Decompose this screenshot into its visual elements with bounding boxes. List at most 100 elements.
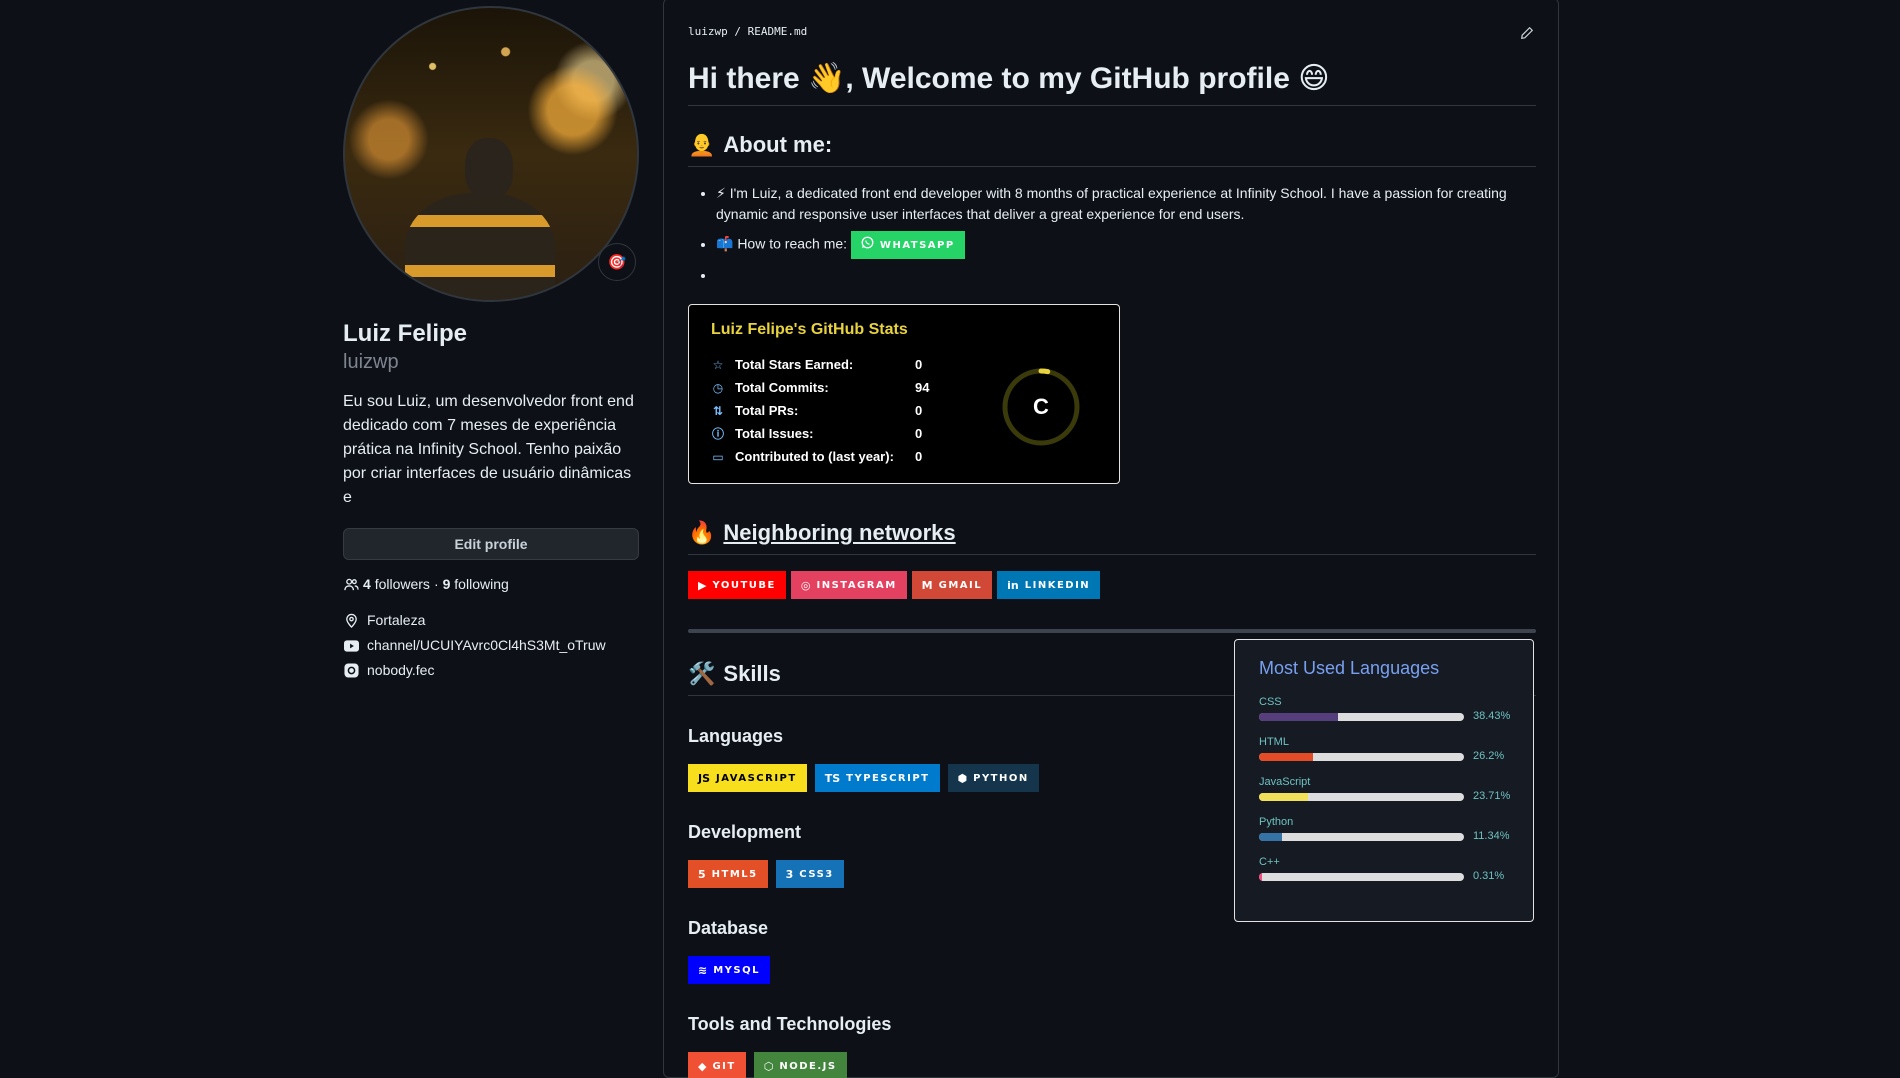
- stat-label: Total PRs:: [735, 403, 799, 418]
- pencil-icon[interactable]: [1520, 26, 1534, 43]
- development-badge-label: HTML5: [711, 868, 758, 880]
- tool-badge-git[interactable]: ◆ GIT: [688, 1052, 746, 1078]
- network-badge-youtube[interactable]: ▶ YOUTUBE: [688, 571, 786, 599]
- readme-card: luizwp / README.md Hi there 👋, Welcome t…: [663, 0, 1559, 1078]
- instagram-icon: [343, 663, 359, 679]
- network-badge-linkedin[interactable]: in LINKEDIN: [997, 571, 1101, 599]
- history-icon: ◷: [712, 380, 724, 395]
- network-badge-label: LINKEDIN: [1024, 579, 1091, 591]
- lang-progress-bar: [1259, 873, 1464, 881]
- stat-label: Total Commits:: [735, 380, 829, 395]
- stats-title: Luiz Felipe's GitHub Stats: [711, 321, 908, 338]
- development-badge-css3[interactable]: 3 CSS3: [775, 860, 844, 888]
- language-badge-label: PYTHON: [973, 772, 1029, 784]
- profile-sidebar: 🎯 Luiz Felipe luizwp Eu sou Luiz, um des…: [343, 0, 639, 683]
- lang-percent: 26.2%: [1473, 750, 1505, 762]
- about-list: ⚡ I'm Luiz, a dedicated front end develo…: [688, 183, 1536, 286]
- most-used-languages-card[interactable]: Most Used Languages CSS 38.43% HTML 26.2% Ja…: [1234, 639, 1534, 922]
- tool-badge-label: NODE.JS: [779, 1060, 837, 1072]
- location-icon: [343, 613, 359, 629]
- about-heading: 🧑‍🦲 About me:: [688, 130, 1536, 167]
- network-badge-instagram[interactable]: ◎ INSTAGRAM: [790, 571, 907, 599]
- networks-heading-text[interactable]: Neighboring networks: [723, 518, 955, 548]
- stat-value: 0: [915, 449, 923, 464]
- stat-value: 0: [915, 403, 923, 418]
- reach-text: 📫 How to reach me:: [716, 235, 848, 252]
- rank-letter: C: [1033, 394, 1049, 419]
- lang-name: C++: [1259, 856, 1280, 868]
- language-badge-typescript[interactable]: TS TYPESCRIPT: [814, 764, 940, 792]
- status-emoji-button[interactable]: 🎯: [598, 243, 636, 281]
- lang-progress-fill: [1259, 833, 1283, 841]
- followers-label: followers: [374, 576, 430, 592]
- database-badge-label: MYSQL: [713, 964, 760, 976]
- avatar-container: 🎯: [343, 6, 639, 302]
- language-badge-python[interactable]: ⬢ PYTHON: [947, 764, 1039, 792]
- profile-bio: Eu sou Luiz, um desenvolvedor front end …: [343, 393, 634, 506]
- nodejs-icon: ⬡: [763, 1059, 774, 1073]
- github-stats-card[interactable]: Luiz Felipe's GitHub Stats ☆ Total Stars …: [688, 304, 1120, 484]
- lang-row-c: C++ 0.31%: [1259, 856, 1519, 882]
- lang-progress-bar: [1259, 713, 1464, 721]
- stat-row: ☆ Total Stars Earned: 0: [711, 353, 929, 376]
- readme-content: Hi there 👋, Welcome to my GitHub profile…: [688, 59, 1536, 1078]
- language-badge-javascript[interactable]: JS JAVASCRIPT: [688, 764, 807, 792]
- youtube-item: channel/UCUIYAvrc0Cl4hS3Mt_oTruw: [343, 633, 639, 658]
- tool-badge-label: GIT: [712, 1060, 736, 1072]
- stat-label: Total Stars Earned:: [735, 357, 854, 372]
- location-item: Fortaleza: [343, 608, 639, 633]
- following-label: following: [454, 576, 509, 592]
- whatsapp-label: WHATSAPP: [879, 239, 955, 251]
- following-link[interactable]: 9 following: [443, 576, 509, 592]
- js-icon: JS: [698, 771, 711, 785]
- about-heading-emoji: 🧑‍🦲: [688, 132, 716, 157]
- people-icon: [343, 576, 359, 592]
- youtube-link[interactable]: channel/UCUIYAvrc0Cl4hS3Mt_oTruw: [367, 633, 606, 658]
- network-badge-label: INSTAGRAM: [816, 579, 897, 591]
- networks-badges: ▶ YOUTUBE ◎ INSTAGRAM M GMAIL in LINKEDIN: [688, 571, 1536, 599]
- networks-heading-emoji: 🔥: [688, 520, 716, 545]
- html5-icon: 5: [698, 867, 706, 881]
- avatar-photo-head: [465, 138, 513, 198]
- about-item-reach: 📫 How to reach me: WHATSAPP: [716, 231, 1536, 259]
- tools-badges: ◆ GIT ⬡ NODE.JS: [688, 1052, 1536, 1078]
- stats-rows: ☆ Total Stars Earned: 0 ◷ Total Commits: 94 ⇅ T…: [711, 353, 929, 468]
- issue-icon: ⓘ: [711, 427, 724, 441]
- stat-value: 94: [915, 380, 930, 395]
- whatsapp-badge[interactable]: WHATSAPP: [850, 231, 965, 259]
- stat-label: Total Issues:: [735, 426, 814, 441]
- mysql-icon: ≋: [698, 963, 708, 977]
- development-badge-html5[interactable]: 5 HTML5: [688, 860, 768, 888]
- css3-icon: 3: [785, 867, 794, 881]
- section-divider: [688, 629, 1536, 633]
- instagram-icon: ◎: [800, 578, 811, 592]
- readme-breadcrumb[interactable]: luizwp / README.md: [688, 25, 807, 38]
- lang-progress-bar: [1259, 833, 1464, 841]
- ts-icon: TS: [824, 771, 841, 785]
- edit-profile-button[interactable]: Edit profile: [343, 528, 639, 560]
- profile-fullname: Luiz Felipe: [343, 320, 468, 347]
- stat-row: ⓘ Total Issues: 0: [711, 422, 929, 445]
- linkedin-icon: in: [1007, 578, 1019, 592]
- whatsapp-icon: [861, 235, 874, 256]
- lang-name: Python: [1259, 816, 1294, 828]
- stat-row: ◷ Total Commits: 94: [711, 376, 930, 399]
- gmail-icon: M: [921, 578, 933, 592]
- tool-badge-nodejs[interactable]: ⬡ NODE.JS: [753, 1052, 847, 1078]
- lang-name: CSS: [1259, 696, 1282, 708]
- stat-value: 0: [915, 357, 923, 372]
- followers-link[interactable]: 4 followers: [363, 576, 430, 592]
- network-badge-gmail[interactable]: M GMAIL: [911, 571, 993, 599]
- lang-progress-fill: [1259, 793, 1308, 801]
- avatar-photo-body: [405, 193, 555, 300]
- lang-progress-bar: [1259, 793, 1464, 801]
- stat-row: ▭ Contributed to (last year): 0: [711, 445, 929, 468]
- database-badge-mysql[interactable]: ≋ MYSQL: [688, 956, 770, 984]
- database-badges: ≋ MYSQL: [688, 956, 1536, 984]
- skills-heading-emoji: 🛠️: [688, 661, 716, 686]
- follow-separator: ·: [433, 576, 439, 592]
- avatar[interactable]: [343, 6, 639, 302]
- instagram-link[interactable]: nobody.fec: [367, 658, 434, 683]
- lang-name: JavaScript: [1259, 776, 1311, 788]
- lang-progress-fill: [1259, 873, 1263, 881]
